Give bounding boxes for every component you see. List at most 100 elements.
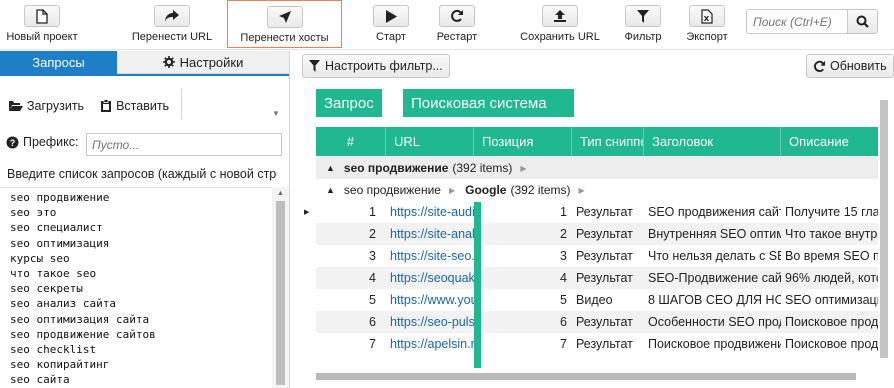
cell-url[interactable]: https://site-auditor.ru/ [386,201,474,223]
start-button[interactable]: Старт [366,0,416,48]
prefix-row: ? Префикс: [6,135,79,149]
cell-number: 1 [369,205,376,219]
configure-filter-label: Настроить фильтр... [325,59,443,73]
cell-number: 6 [369,315,376,329]
cell-position: 2 [560,227,567,241]
table-row[interactable]: 7 https://apelsin.ru/7 Результат Поисковое … [316,333,878,355]
save-url-button[interactable]: Сохранить URL [516,0,604,48]
svg-text:?: ? [10,138,16,148]
move-hosts-button[interactable]: Перенести хосты [227,0,342,48]
cell-url[interactable]: https://www.youtube.com/ [386,289,474,311]
column-header-title[interactable]: Заголовок [644,127,781,156]
table-row[interactable]: 1 https://site-auditor.ru/1 Результат SEO п… [316,201,878,223]
load-label: Загрузить [27,99,85,113]
column-header-description[interactable]: Описание [781,127,878,156]
restart-button[interactable]: Рестарт [432,0,482,48]
cell-position: 6 [560,315,567,329]
cell-number: 5 [369,293,376,307]
query-item: seo продвижение [10,191,110,204]
column-title-label: Заголовок [652,134,714,149]
new-project-label: Новый проект [6,31,78,43]
prefix-input[interactable] [86,133,282,156]
restart-label: Рестарт [436,31,478,43]
column-header-url[interactable]: URL [386,127,474,156]
move-url-label: Перенести URL [131,31,213,43]
search-button[interactable] [848,9,878,34]
new-file-icon [24,5,60,27]
move-url-button[interactable]: Перенести URL [128,0,216,48]
gear-icon [162,56,175,68]
scroll-thumb[interactable] [316,373,856,380]
query-item: seo оптимизация сайта [10,312,150,326]
toolbar-divider [181,89,182,119]
export-label: Экспорт [686,31,728,43]
table-row[interactable]: 6 https://seo-pulses.ru/6 Результат Особенн… [316,311,878,333]
cell-position: 1 [560,205,567,219]
cell-snippet-type: Результат [576,271,633,285]
column-header-number[interactable]: # [316,127,386,156]
cell-url[interactable]: https://site-seo.ru/ [386,245,474,267]
tab-settings-label: Настройки [179,54,244,70]
table-row[interactable]: 4 https://seoquake.com/4 Результат SEO-Прод… [316,267,878,289]
save-url-label: Сохранить URL [520,31,600,43]
query-item: seo это [10,206,57,220]
play-icon [373,5,409,27]
chevron-down-icon[interactable]: ▼ [272,109,280,118]
cell-snippet-type: Результат [576,227,633,241]
left-panel: Запросы Настройки Загрузить Вставить ▼ ?… [0,51,290,388]
group-engine-value: Google [465,183,507,197]
table-row[interactable]: 3 https://site-seo.ru/3 Результат Что нельз… [316,245,878,267]
cell-url[interactable]: https://apelsin.ru/ [386,333,474,355]
query-item: seo секреты [10,282,83,296]
tab-underline [0,74,289,76]
scroll-thumb[interactable] [276,201,285,385]
cell-url[interactable]: https://site-analyzer.ru/ [386,223,474,245]
scroll-up-icon[interactable]: ▲ [277,190,284,197]
paste-button[interactable]: Вставить [92,91,177,121]
tab-settings[interactable]: Настройки [117,51,289,74]
column-header-snippet-type[interactable]: Тип сниппета [572,127,644,156]
chevron-right-icon: ▶ [448,185,456,195]
refresh-button[interactable]: Обновить [806,54,894,78]
column-header-position[interactable]: Позиция [474,127,572,156]
upload-icon [542,5,578,27]
grid-vertical-scrollbar[interactable] [878,96,890,366]
cell-title: SEO продвижения сайтов [648,205,781,219]
search-input[interactable] [746,9,848,34]
group-chip-query-label: Запрос [324,94,374,112]
chevron-right-icon: ▶ [578,185,585,195]
cell-title: Особенности SEO продвижения [648,315,781,329]
group-engine-count: (392 items) [510,183,571,197]
cell-snippet-type: Результат [576,205,633,219]
collapse-icon[interactable]: ▲ [326,163,335,173]
grid-horizontal-scrollbar[interactable] [316,372,878,382]
collapse-icon[interactable]: ▲ [326,185,335,195]
filter-icon [309,60,320,72]
column-resize-accent[interactable] [474,202,481,368]
export-button[interactable]: Экспорт [682,0,732,48]
group-row-query[interactable]: ▲ seo продвижение (392 items) ▶ [316,157,878,179]
cell-description: 96% людей, которы [785,271,878,285]
configure-filter-button[interactable]: Настроить фильтр... [302,54,450,78]
query-textarea[interactable]: seo продвижение seo это seo специалист seo … [0,187,272,388]
scroll-thumb[interactable] [880,100,888,358]
load-button[interactable]: Загрузить [0,91,92,121]
filter-button[interactable]: Фильтр [618,0,668,48]
query-list-scrollbar[interactable]: ▲ [272,187,289,388]
refresh-icon [814,60,826,72]
cell-url[interactable]: https://seoquake.com/ [386,267,474,289]
tab-requests[interactable]: Запросы [0,51,117,74]
query-item: что такое seo [10,267,97,281]
table-row[interactable]: 2 https://site-analyzer.ru/2 Результат Внут… [316,223,878,245]
cell-title: Что нельзя делать с SEO [648,249,781,263]
group-chip-query[interactable]: Запрос [316,89,382,117]
cell-description: Во время SEO прод [785,249,878,263]
main-toolbar: Новый проект Перенести URL Перенести хос… [0,0,894,50]
group-row-engine[interactable]: ▲ seo продвижение ▶ Google (392 items) ▶ [316,179,878,201]
group-chip-search-engine[interactable]: Поисковая система [403,89,574,117]
table-row[interactable]: 5 https://www.youtube.com/5 Видео 8 ШАГОВ С… [316,289,878,311]
cell-url[interactable]: https://seo-pulses.ru/ [386,311,474,333]
cell-position: 7 [560,337,567,351]
cell-description: Что такое внутренняя [785,227,878,241]
new-project-button[interactable]: Новый проект [2,0,82,48]
